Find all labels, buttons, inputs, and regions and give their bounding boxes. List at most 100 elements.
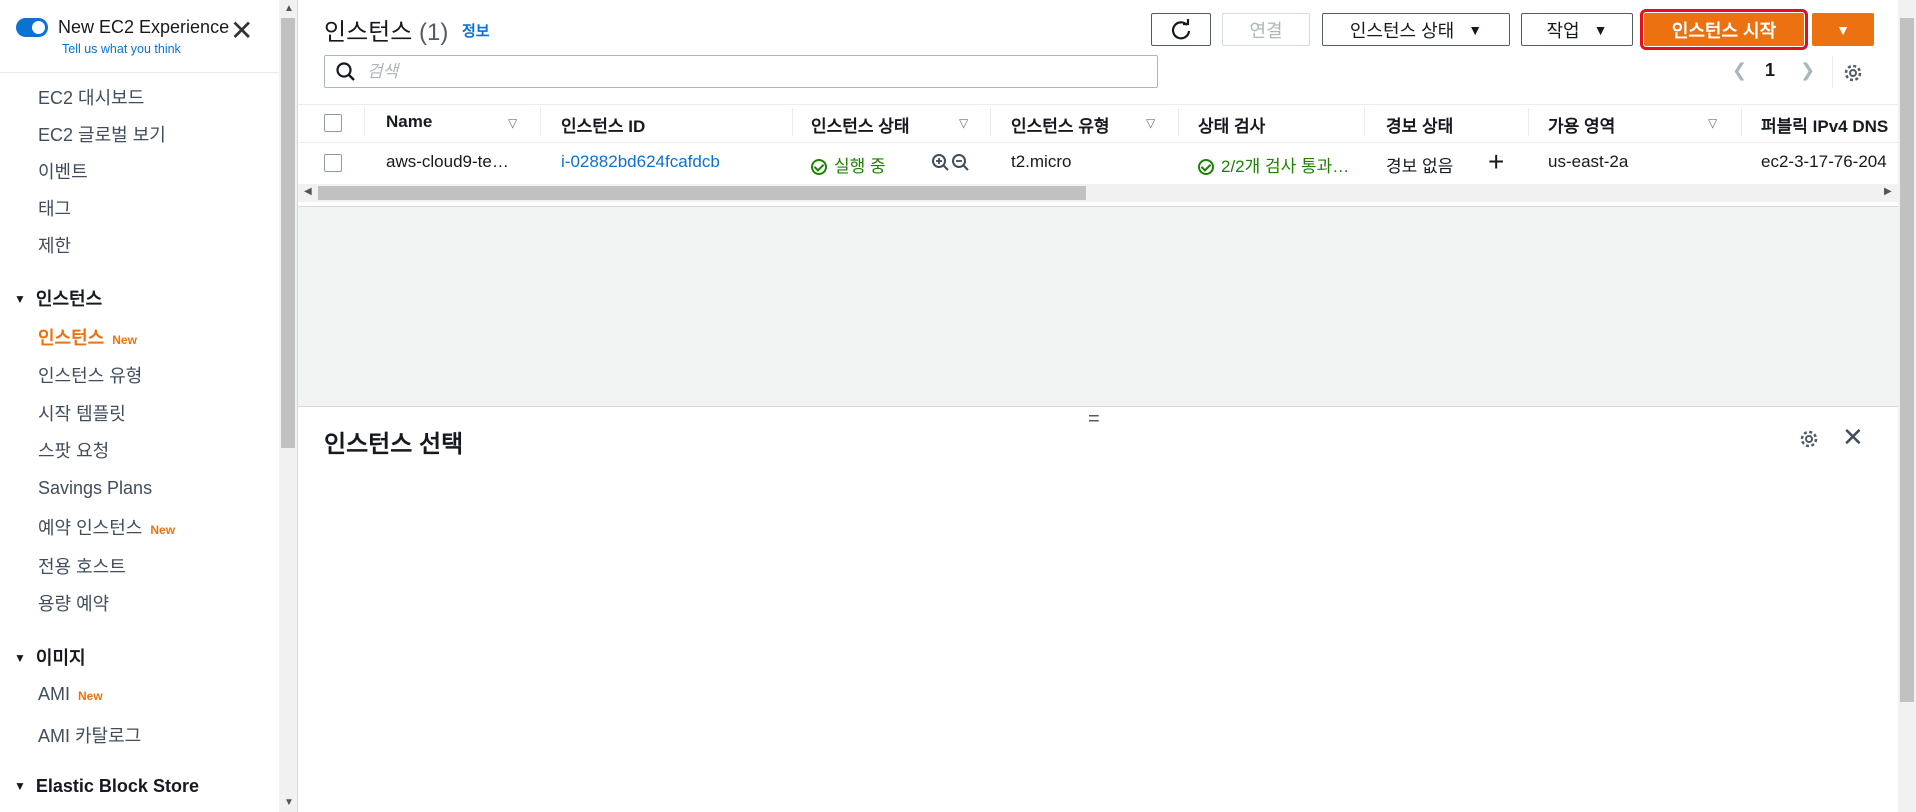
column-header-instance-state[interactable]: 인스턴스 상태 — [811, 112, 910, 137]
search-input[interactable] — [365, 60, 1129, 84]
connect-button[interactable]: 연결 — [1222, 13, 1310, 46]
sort-icon[interactable]: ▽ — [508, 116, 517, 130]
split-panel-divider — [298, 406, 1898, 407]
instance-state-dropdown[interactable]: 인스턴스 상태 ▼ — [1322, 13, 1510, 46]
previous-page-icon[interactable]: ❮ — [1732, 60, 1747, 81]
caret-down-icon: ▼ — [14, 292, 26, 306]
select-all-checkbox[interactable] — [324, 114, 342, 132]
add-alarm-icon[interactable]: + — [1488, 146, 1504, 178]
sidebar-item-reserved-instances[interactable]: 예약 인스턴스 New — [38, 514, 175, 540]
sidebar-item-dedicated-hosts[interactable]: 전용 호스트 — [38, 553, 126, 579]
sort-icon[interactable]: ▽ — [1146, 116, 1155, 130]
table-horizontal-scrollbar[interactable]: ◀ ▶ — [298, 184, 1898, 202]
caret-down-icon: ▼ — [14, 779, 26, 793]
column-header-status-check[interactable]: 상태 검사 — [1198, 112, 1265, 137]
caret-down-icon: ▼ — [14, 651, 26, 665]
actions-dropdown[interactable]: 작업 ▼ — [1521, 13, 1633, 46]
sidebar-section-instances[interactable]: ▼ 인스턴스 — [14, 285, 102, 311]
zoom-out-icon[interactable] — [951, 153, 971, 173]
sidebar-item-launch-templates[interactable]: 시작 템플릿 — [38, 400, 126, 426]
column-header-instance-type[interactable]: 인스턴스 유형 — [1011, 112, 1110, 137]
sidebar-item-instances[interactable]: 인스턴스 New — [38, 324, 137, 350]
column-divider — [1741, 108, 1742, 136]
sidebar-scrollbar[interactable]: ▲ ▼ — [279, 0, 298, 812]
sidebar-item-ec2-global-view[interactable]: EC2 글로벌 보기 — [38, 121, 166, 147]
detail-panel-title: 인스턴스 선택 — [324, 431, 464, 458]
column-header-instance-id[interactable]: 인스턴스 ID — [561, 112, 645, 137]
sidebar-item-capacity-reservations[interactable]: 용량 예약 — [38, 590, 109, 616]
divider — [1832, 56, 1833, 88]
divider — [0, 72, 279, 73]
check-circle-icon — [811, 159, 827, 175]
column-divider — [364, 108, 365, 136]
alarm-status: 경보 없음 — [1386, 157, 1454, 176]
table-row[interactable] — [298, 143, 1898, 183]
caret-down-icon: ▼ — [1836, 21, 1850, 38]
scroll-down-icon[interactable]: ▼ — [284, 797, 294, 808]
new-experience-banner: New EC2 Experience Tell us what you thin… — [16, 14, 266, 62]
row-checkbox[interactable] — [324, 154, 342, 172]
settings-gear-icon[interactable] — [1842, 62, 1864, 84]
settings-gear-icon[interactable] — [1798, 428, 1820, 450]
sidebar-item-instance-types[interactable]: 인스턴스 유형 — [38, 362, 142, 388]
zoom-in-icon[interactable] — [931, 153, 951, 173]
info-link[interactable]: 정보 — [462, 20, 490, 41]
sidebar-item-savings-plans[interactable]: Savings Plans — [38, 478, 152, 499]
page-number[interactable]: 1 — [1765, 60, 1775, 81]
close-icon[interactable]: ✕ — [1842, 422, 1864, 453]
column-divider — [1528, 108, 1529, 136]
column-divider — [990, 108, 991, 136]
instance-id-link[interactable]: i-02882bd624fcafdcb — [561, 152, 720, 172]
sidebar-scroll-thumb[interactable] — [281, 18, 295, 448]
instance-count: (1) — [419, 19, 449, 46]
sidebar-item-limits[interactable]: 제한 — [38, 232, 71, 258]
new-experience-toggle[interactable] — [16, 18, 48, 37]
sidebar-item-ami-catalog[interactable]: AMI 카탈로그 — [38, 722, 141, 748]
launch-options-dropdown[interactable]: ▼ — [1812, 13, 1874, 46]
close-icon[interactable]: ✕ — [230, 14, 253, 47]
search-icon — [336, 62, 355, 81]
next-page-icon[interactable]: ❯ — [1800, 60, 1815, 81]
sort-icon[interactable]: ▽ — [959, 116, 968, 130]
column-header-alarm-status[interactable]: 경보 상태 — [1386, 112, 1453, 137]
new-experience-title: New EC2 Experience — [58, 17, 230, 37]
page-scroll-thumb[interactable] — [1900, 18, 1914, 702]
refresh-icon — [1171, 18, 1191, 39]
column-header-public-dns[interactable]: 퍼블릭 IPv4 DNS — [1761, 112, 1888, 137]
status-check[interactable]: 2/2개 검사 통과… — [1198, 152, 1349, 177]
sidebar-section-ebs[interactable]: ▼ Elastic Block Store — [14, 776, 199, 797]
column-divider — [1364, 108, 1365, 136]
page-scrollbar[interactable] — [1898, 0, 1916, 812]
column-divider — [1178, 108, 1179, 136]
sidebar-item-events[interactable]: 이벤트 — [38, 158, 88, 184]
page-title: 인스턴스 (1) — [324, 19, 449, 46]
column-divider — [540, 108, 541, 136]
feedback-link[interactable]: Tell us what you think — [62, 42, 181, 56]
sidebar-item-spot-requests[interactable]: 스팟 요청 — [38, 437, 109, 463]
new-badge: New — [78, 689, 103, 703]
check-circle-icon — [1198, 159, 1214, 175]
sidebar-navigation: New EC2 Experience Tell us what you thin… — [0, 0, 279, 812]
scroll-up-icon[interactable]: ▲ — [284, 3, 294, 14]
scroll-right-icon[interactable]: ▶ — [1884, 186, 1892, 197]
new-badge: New — [112, 333, 137, 347]
caret-down-icon: ▼ — [1468, 21, 1483, 38]
column-header-name[interactable]: Name — [386, 112, 432, 132]
instance-type: t2.micro — [1011, 152, 1072, 171]
scroll-left-icon[interactable]: ◀ — [304, 186, 312, 197]
sidebar-item-ami[interactable]: AMI New — [38, 684, 103, 705]
refresh-button[interactable] — [1151, 13, 1211, 46]
public-dns: ec2-3-17-76-204 — [1761, 152, 1887, 171]
sort-icon[interactable]: ▽ — [1708, 116, 1717, 130]
table-empty-area — [298, 206, 1898, 407]
sidebar-section-images[interactable]: ▼ 이미지 — [14, 644, 86, 670]
sidebar-item-tags[interactable]: 태그 — [38, 195, 71, 221]
resize-handle-icon[interactable]: = — [1088, 408, 1100, 431]
instance-name: aws-cloud9-te… — [386, 152, 509, 171]
launch-instances-button[interactable]: 인스턴스 시작 — [1640, 9, 1808, 50]
column-header-availability-zone[interactable]: 가용 영역 — [1548, 112, 1615, 137]
sidebar-item-ec2-dashboard[interactable]: EC2 대시보드 — [38, 84, 144, 110]
instance-state: 실행 중 — [811, 152, 886, 177]
horizontal-scroll-thumb[interactable] — [318, 186, 1086, 200]
column-divider — [792, 108, 793, 136]
